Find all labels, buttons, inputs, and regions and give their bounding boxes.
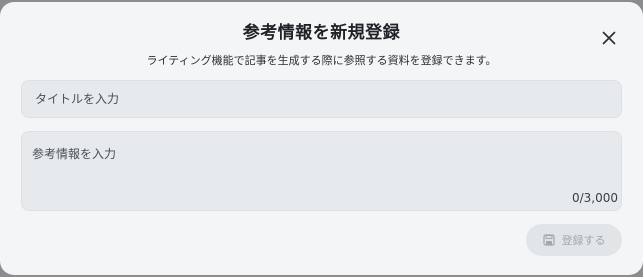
close-icon (602, 31, 616, 45)
character-counter: 0/3,000 (571, 191, 618, 205)
save-icon (542, 234, 555, 246)
close-button[interactable] (599, 28, 619, 48)
dialog-subtitle: ライティング機能で記事を生成する際に参照する資料を登録できます。 (146, 54, 497, 67)
submit-button[interactable]: 登録する (526, 224, 622, 256)
content-field: 0/3,000 (21, 131, 622, 211)
title-field (21, 80, 622, 118)
content-textarea[interactable] (22, 132, 621, 210)
dialog-title: 参考情報を新規登録 (242, 23, 401, 43)
title-input[interactable] (22, 81, 621, 117)
submit-button-label: 登録する (561, 234, 606, 247)
register-reference-dialog: 参考情報を新規登録 ライティング機能で記事を生成する際に参照する資料を登録できま… (0, 2, 643, 275)
